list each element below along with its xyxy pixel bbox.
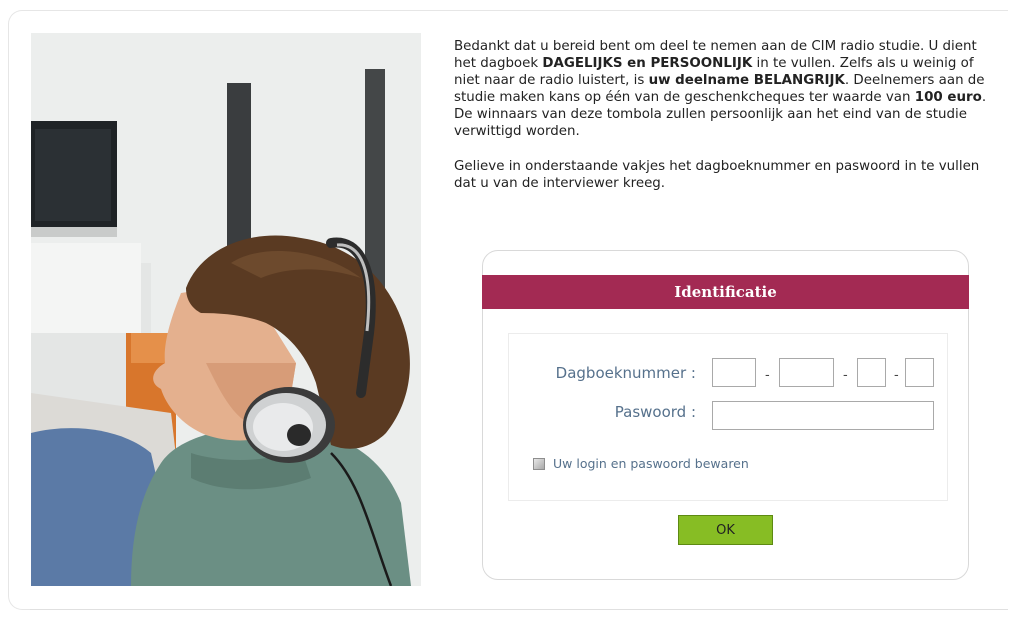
- dagboeknummer-label: Dagboeknummer :: [555, 364, 696, 382]
- remember-label[interactable]: Uw login en paswoord bewaren: [553, 456, 749, 471]
- dash-separator: -: [843, 368, 848, 383]
- intro-paragraph-1: Bedankt dat u bereid bent om deel te nem…: [454, 39, 987, 139]
- login-card: Identificatie Dagboeknummer : - - - Pasw…: [482, 250, 969, 580]
- ok-button[interactable]: OK: [678, 515, 773, 545]
- dagboeknummer-field-1[interactable]: [712, 358, 756, 387]
- man-with-headphones-photo: [31, 33, 421, 586]
- remember-checkbox[interactable]: [533, 457, 545, 470]
- paswoord-label: Paswoord :: [614, 403, 696, 421]
- intro-paragraph-2: Gelieve in onderstaande vakjes het dagbo…: [454, 159, 980, 191]
- bottom-divider: [30, 609, 1008, 610]
- paswoord-field[interactable]: [712, 401, 934, 430]
- remember-login-option[interactable]: Uw login en paswoord bewaren: [533, 456, 749, 471]
- card-header: Identificatie: [482, 275, 969, 309]
- dagboeknummer-field-2[interactable]: [779, 358, 834, 387]
- dash-separator: -: [765, 368, 770, 383]
- login-form: Dagboeknummer : - - - Paswoord : Uw logi…: [508, 333, 948, 501]
- intro-text: Bedankt dat u bereid bent om deel te nem…: [454, 38, 989, 210]
- card-title: Identificatie: [674, 283, 777, 301]
- dagboeknummer-field-4[interactable]: [905, 358, 934, 387]
- dagboeknummer-field-3[interactable]: [857, 358, 886, 387]
- dash-separator: -: [894, 368, 899, 383]
